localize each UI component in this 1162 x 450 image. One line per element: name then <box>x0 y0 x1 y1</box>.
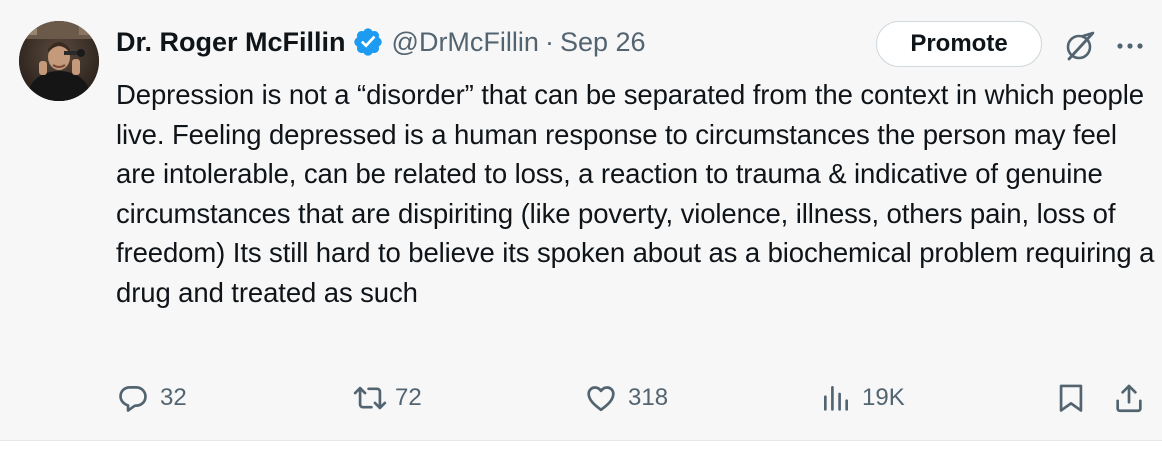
author-handle[interactable]: @DrMcFillin <box>392 27 539 58</box>
tweet-card: Dr. Roger McFillin @DrMcFillin · Sep 26 … <box>0 0 1162 450</box>
reply-icon <box>119 386 147 412</box>
bookmark-icon <box>1059 384 1083 412</box>
views-icon <box>824 386 848 411</box>
tweet-header: Dr. Roger McFillin @DrMcFillin · Sep 26 <box>116 22 646 62</box>
repost-icon <box>353 386 387 410</box>
grok-icon[interactable] <box>1062 28 1098 64</box>
verified-badge-icon[interactable] <box>352 26 384 58</box>
repost-button[interactable]: 72 <box>351 378 422 418</box>
tweet-text: Depression is not a “disorder” that can … <box>116 79 1155 308</box>
action-bar: 32 72 318 19K <box>0 378 1162 418</box>
views-count: 19K <box>862 384 905 411</box>
bookmark-button[interactable] <box>1054 378 1088 418</box>
author-display-name[interactable]: Dr. Roger McFillin <box>116 27 346 58</box>
like-count: 318 <box>628 384 669 411</box>
share-button[interactable] <box>1112 378 1146 418</box>
promote-button[interactable]: Promote <box>876 21 1042 67</box>
reply-count: 32 <box>160 384 187 411</box>
repost-count: 72 <box>395 384 422 411</box>
avatar[interactable] <box>19 21 99 101</box>
views-button[interactable]: 19K <box>820 378 905 418</box>
bottom-divider <box>0 440 1162 450</box>
avatar-photo <box>19 21 99 101</box>
separator-dot: · <box>544 26 554 57</box>
reply-button[interactable]: 32 <box>116 378 187 418</box>
more-icon[interactable] <box>1112 28 1148 64</box>
like-button[interactable]: 318 <box>584 378 668 418</box>
tweet-date[interactable]: Sep 26 <box>560 27 646 58</box>
heart-icon <box>587 386 615 412</box>
share-icon <box>1116 384 1142 413</box>
